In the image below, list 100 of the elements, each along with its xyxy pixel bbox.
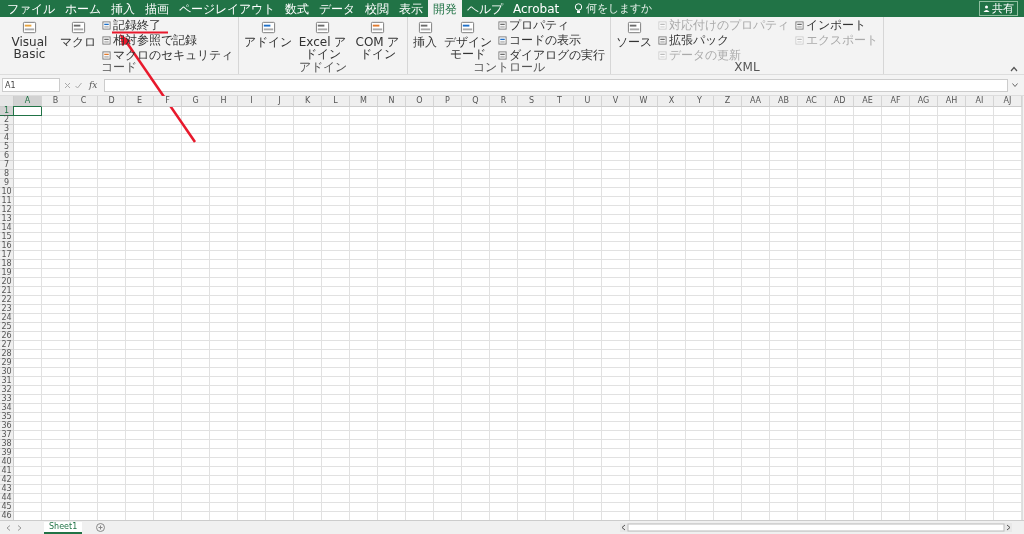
column-header[interactable]: U <box>574 96 602 107</box>
row-header[interactable]: 1 <box>0 107 14 116</box>
row-header[interactable]: 39 <box>0 449 14 458</box>
column-header[interactable]: Z <box>714 96 742 107</box>
ribbon-button[interactable]: デザインモード <box>441 19 494 61</box>
column-header[interactable]: K <box>294 96 322 107</box>
row-header[interactable]: 25 <box>0 323 14 332</box>
column-header[interactable]: T <box>546 96 574 107</box>
row-header[interactable]: 23 <box>0 305 14 314</box>
check-icon[interactable] <box>75 81 82 89</box>
column-header[interactable]: Q <box>462 96 490 107</box>
row-header[interactable]: 40 <box>0 458 14 467</box>
row-header[interactable]: 43 <box>0 485 14 494</box>
column-header[interactable]: C <box>70 96 98 107</box>
row-header[interactable]: 28 <box>0 350 14 359</box>
ribbon-button[interactable]: Visual Basic <box>3 19 56 61</box>
row-header[interactable]: 37 <box>0 431 14 440</box>
ribbon-button[interactable]: インポート <box>793 19 868 31</box>
row-header[interactable]: 19 <box>0 269 14 278</box>
row-header[interactable]: 15 <box>0 233 14 242</box>
column-header[interactable]: AE <box>854 96 882 107</box>
row-header[interactable]: 42 <box>0 476 14 485</box>
row-header[interactable]: 4 <box>0 134 14 143</box>
ribbon-button[interactable]: 記録終了 <box>100 19 163 31</box>
column-header[interactable]: Y <box>686 96 714 107</box>
previous-sheet-icon[interactable] <box>6 524 11 531</box>
column-header[interactable]: D <box>98 96 126 107</box>
ribbon-tab[interactable]: ファイル <box>2 0 60 17</box>
row-header[interactable]: 20 <box>0 278 14 287</box>
ribbon-button[interactable]: マクロ <box>58 19 98 61</box>
row-header[interactable]: 38 <box>0 440 14 449</box>
ribbon-tab[interactable]: データ <box>314 0 360 17</box>
column-header[interactable]: J <box>266 96 294 107</box>
row-header[interactable]: 5 <box>0 143 14 152</box>
row-header[interactable]: 41 <box>0 467 14 476</box>
ribbon-tab[interactable]: 挿入 <box>106 0 140 17</box>
row-header[interactable]: 32 <box>0 386 14 395</box>
column-header[interactable]: X <box>658 96 686 107</box>
row-header[interactable]: 27 <box>0 341 14 350</box>
ribbon-button[interactable]: マクロのセキュリティ <box>100 49 235 61</box>
column-header[interactable]: V <box>602 96 630 107</box>
row-header[interactable]: 21 <box>0 287 14 296</box>
row-header[interactable]: 33 <box>0 395 14 404</box>
row-header[interactable]: 29 <box>0 359 14 368</box>
ribbon-tab[interactable]: 開発 <box>428 0 462 17</box>
row-header[interactable]: 35 <box>0 413 14 422</box>
column-header[interactable]: B <box>42 96 70 107</box>
column-header[interactable]: AH <box>938 96 966 107</box>
row-header[interactable]: 14 <box>0 224 14 233</box>
sheet-tab[interactable]: Sheet1 <box>44 521 83 534</box>
column-header[interactable]: W <box>630 96 658 107</box>
column-header[interactable]: AF <box>882 96 910 107</box>
row-header[interactable]: 18 <box>0 260 14 269</box>
collapse-ribbon-icon[interactable] <box>1010 66 1018 72</box>
row-header[interactable]: 36 <box>0 422 14 431</box>
ribbon-button[interactable]: 拡張パック <box>656 34 731 46</box>
row-header[interactable]: 3 <box>0 125 14 134</box>
select-all-corner[interactable] <box>0 96 14 107</box>
row-header[interactable]: 12 <box>0 206 14 215</box>
row-header[interactable]: 9 <box>0 179 14 188</box>
ribbon-tab[interactable]: ページレイアウト <box>174 0 280 17</box>
column-header[interactable]: E <box>126 96 154 107</box>
column-header[interactable]: AA <box>742 96 770 107</box>
column-header[interactable]: AD <box>826 96 854 107</box>
row-header[interactable]: 10 <box>0 188 14 197</box>
formula-field[interactable] <box>104 78 1008 92</box>
row-header[interactable]: 22 <box>0 296 14 305</box>
ribbon-button[interactable]: プロパティ <box>496 19 571 31</box>
ribbon-button[interactable]: アドイン <box>242 19 294 61</box>
column-header[interactable]: O <box>406 96 434 107</box>
ribbon-button[interactable]: コードの表示 <box>496 34 583 46</box>
column-header[interactable]: L <box>322 96 350 107</box>
row-header[interactable]: 13 <box>0 215 14 224</box>
column-header[interactable]: I <box>238 96 266 107</box>
ribbon-tab[interactable]: Acrobat <box>508 0 565 17</box>
column-header[interactable]: P <box>434 96 462 107</box>
ribbon-tab[interactable]: 数式 <box>280 0 314 17</box>
column-header[interactable]: G <box>182 96 210 107</box>
column-header[interactable]: R <box>490 96 518 107</box>
ribbon-button[interactable]: 挿入 <box>411 19 439 61</box>
column-header[interactable]: AC <box>798 96 826 107</box>
row-header[interactable]: 2 <box>0 116 14 125</box>
ribbon-button[interactable]: Excel アドイン <box>296 19 349 61</box>
row-header[interactable]: 11 <box>0 197 14 206</box>
name-box[interactable]: A1 <box>2 78 60 92</box>
column-header[interactable]: AB <box>770 96 798 107</box>
column-header[interactable]: F <box>154 96 182 107</box>
ribbon-button[interactable]: COM アドイン <box>351 19 404 61</box>
cancel-icon[interactable] <box>64 81 71 89</box>
column-header[interactable]: M <box>350 96 378 107</box>
row-header[interactable]: 16 <box>0 242 14 251</box>
row-header[interactable]: 31 <box>0 377 14 386</box>
column-header[interactable]: S <box>518 96 546 107</box>
row-header[interactable]: 7 <box>0 161 14 170</box>
row-header[interactable]: 26 <box>0 332 14 341</box>
horizontal-scrollbar[interactable] <box>620 523 1012 532</box>
column-header[interactable]: AJ <box>994 96 1022 107</box>
share-button[interactable]: 共有 <box>979 1 1018 16</box>
row-header[interactable]: 24 <box>0 314 14 323</box>
row-header[interactable]: 30 <box>0 368 14 377</box>
